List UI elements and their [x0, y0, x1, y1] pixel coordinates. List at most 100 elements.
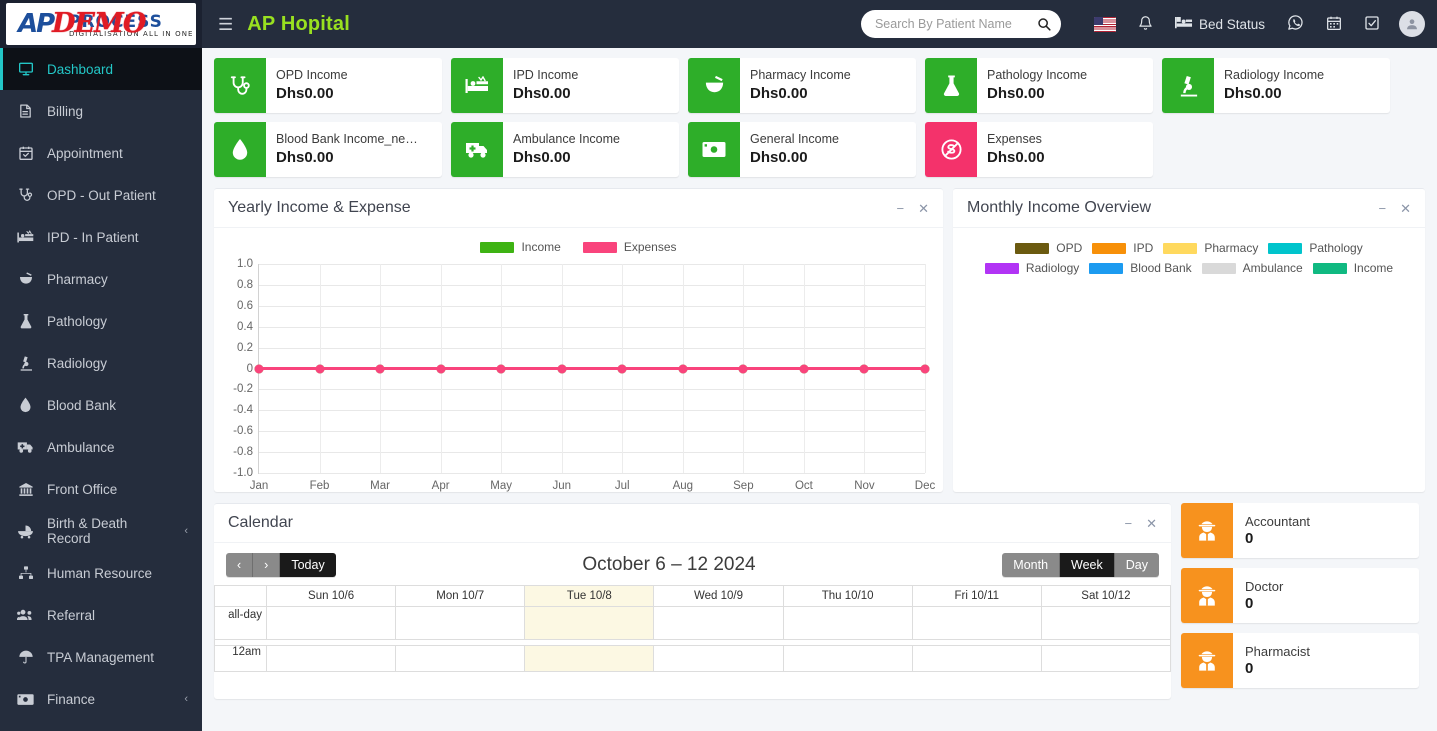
- calendar-allday-cell[interactable]: [395, 606, 526, 640]
- close-icon[interactable]: ✕: [918, 202, 929, 215]
- calendar-allday-cell[interactable]: [1040, 606, 1171, 640]
- data-point[interactable]: [859, 364, 869, 373]
- close-icon[interactable]: ✕: [1146, 517, 1157, 530]
- sidebar-item-radiology[interactable]: Radiology: [0, 342, 202, 384]
- stat-card-opd-income[interactable]: OPD Income Dhs0.00: [214, 58, 442, 113]
- data-point[interactable]: [496, 364, 506, 373]
- stat-card-ipd-income[interactable]: IPD Income Dhs0.00: [451, 58, 679, 113]
- calendar-day-header[interactable]: Fri 10/11: [911, 585, 1042, 607]
- legend-item-income[interactable]: Income: [1312, 261, 1393, 275]
- calendar-header-row: Sun 10/6 Mon 10/7 Tue 10/8 Wed 10/9 Thu …: [214, 585, 1171, 607]
- data-point[interactable]: [375, 364, 385, 373]
- calendar-allday-cell[interactable]: [782, 606, 913, 640]
- calendar-slot-cell-today[interactable]: [524, 645, 655, 672]
- data-point[interactable]: [678, 364, 688, 373]
- app-logo[interactable]: AP PROCESS DIGITALISATION ALL IN ONE DEM…: [0, 0, 202, 48]
- avatar[interactable]: [1399, 11, 1425, 37]
- calendar-slot-cell[interactable]: [911, 645, 1042, 672]
- legend-item-pharmacy[interactable]: Pharmacy: [1163, 241, 1258, 255]
- line-chart: 1.0 0.8 0.6 0.4 0.2 0 -0.2 -0.4 -0.6 -0.8 -1.0 Jan F…: [226, 258, 935, 492]
- sidebar-item-pharmacy[interactable]: Pharmacy: [0, 258, 202, 300]
- search-box[interactable]: [860, 10, 1061, 38]
- staff-card-doctor[interactable]: Doctor 0: [1181, 568, 1419, 623]
- stat-card-general-income[interactable]: General Income Dhs0.00: [688, 122, 916, 177]
- calendar-slot-cell[interactable]: [1040, 645, 1171, 672]
- sidebar-item-finance[interactable]: Finance ‹: [0, 678, 202, 720]
- sidebar-item-appointment[interactable]: Appointment: [0, 132, 202, 174]
- staff-card-pharmacist[interactable]: Pharmacist 0: [1181, 633, 1419, 688]
- legend-item-expenses[interactable]: Expenses: [582, 240, 677, 254]
- blood-drop-icon: [214, 122, 266, 177]
- data-point[interactable]: [738, 364, 748, 373]
- stat-card-expenses[interactable]: Expenses Dhs0.00: [925, 122, 1153, 177]
- data-point[interactable]: [254, 364, 264, 373]
- calendar-view-week[interactable]: Week: [1060, 553, 1115, 577]
- menu-toggle-icon[interactable]: ☰: [202, 16, 247, 33]
- tasks-button[interactable]: [1353, 15, 1391, 34]
- notifications-button[interactable]: [1127, 15, 1164, 34]
- calendar-slot-cell[interactable]: [395, 645, 526, 672]
- calendar-allday-cell-today[interactable]: [524, 606, 655, 640]
- calendar-day-header[interactable]: Sun 10/6: [265, 585, 397, 607]
- sidebar-item-blood-bank[interactable]: Blood Bank: [0, 384, 202, 426]
- data-point[interactable]: [315, 364, 325, 373]
- bed-status-button[interactable]: Bed Status: [1164, 16, 1276, 33]
- sidebar-item-ambulance[interactable]: Ambulance: [0, 426, 202, 468]
- sidebar-item-front-office[interactable]: Front Office: [0, 468, 202, 510]
- legend-item-ipd[interactable]: IPD: [1092, 241, 1153, 255]
- calendar-day-header[interactable]: Thu 10/10: [782, 585, 913, 607]
- calendar-today-button[interactable]: Today: [280, 553, 336, 577]
- sidebar-item-opd[interactable]: OPD - Out Patient: [0, 174, 202, 216]
- data-point[interactable]: [557, 364, 567, 373]
- data-point[interactable]: [920, 364, 930, 373]
- staff-card-accountant[interactable]: Accountant 0: [1181, 503, 1419, 558]
- sidebar-item-dashboard[interactable]: Dashboard: [0, 48, 202, 90]
- calendar-button[interactable]: [1315, 15, 1353, 34]
- sidebar-item-human-resource[interactable]: Human Resource: [0, 552, 202, 594]
- data-point[interactable]: [617, 364, 627, 373]
- minimize-icon[interactable]: −: [1125, 517, 1133, 530]
- chevron-left-icon[interactable]: ‹: [184, 693, 188, 705]
- stat-card-blood-bank-income[interactable]: Blood Bank Income_ne… Dhs0.00: [214, 122, 442, 177]
- calendar-slot-cell[interactable]: [782, 645, 913, 672]
- calendar-view-day[interactable]: Day: [1114, 553, 1159, 577]
- sidebar-item-referral[interactable]: Referral: [0, 594, 202, 636]
- calendar-prev-button[interactable]: ‹: [226, 553, 254, 577]
- calendar-allday-cell[interactable]: [653, 606, 784, 640]
- calendar-day-header[interactable]: Sat 10/12: [1040, 585, 1171, 607]
- calendar-allday-cell[interactable]: [265, 606, 397, 640]
- language-flag-button[interactable]: [1083, 16, 1127, 32]
- sidebar-item-tpa-management[interactable]: TPA Management: [0, 636, 202, 678]
- data-point[interactable]: [799, 364, 809, 373]
- search-icon[interactable]: [1037, 17, 1051, 31]
- data-point[interactable]: [436, 364, 446, 373]
- search-input[interactable]: [874, 17, 1037, 31]
- calendar-day-header-today[interactable]: Tue 10/8: [524, 585, 655, 607]
- sidebar-item-ipd[interactable]: IPD - In Patient: [0, 216, 202, 258]
- calendar-next-button[interactable]: ›: [253, 553, 281, 577]
- whatsapp-button[interactable]: [1276, 14, 1315, 34]
- calendar-slot-cell[interactable]: [265, 645, 397, 672]
- stat-card-pathology-income[interactable]: Pathology Income Dhs0.00: [925, 58, 1153, 113]
- calendar-day-header[interactable]: Wed 10/9: [653, 585, 784, 607]
- sidebar-item-billing[interactable]: Billing: [0, 90, 202, 132]
- sidebar-item-pathology[interactable]: Pathology: [0, 300, 202, 342]
- minimize-icon[interactable]: −: [897, 202, 905, 215]
- stat-card-ambulance-income[interactable]: Ambulance Income Dhs0.00: [451, 122, 679, 177]
- sidebar-item-birth-death-record[interactable]: Birth & Death Record ‹: [0, 510, 202, 552]
- stat-card-pharmacy-income[interactable]: Pharmacy Income Dhs0.00: [688, 58, 916, 113]
- calendar-view-month[interactable]: Month: [1002, 553, 1061, 577]
- stat-card-radiology-income[interactable]: Radiology Income Dhs0.00: [1162, 58, 1390, 113]
- legend-item-radiology[interactable]: Radiology: [984, 261, 1079, 275]
- legend-item-ambulance[interactable]: Ambulance: [1201, 261, 1303, 275]
- calendar-slot-cell[interactable]: [653, 645, 784, 672]
- legend-item-pathology[interactable]: Pathology: [1268, 241, 1363, 255]
- calendar-day-header[interactable]: Mon 10/7: [395, 585, 526, 607]
- legend-item-income[interactable]: Income: [480, 240, 561, 254]
- chevron-left-icon[interactable]: ‹: [184, 525, 188, 537]
- close-icon[interactable]: ✕: [1400, 202, 1411, 215]
- calendar-allday-cell[interactable]: [911, 606, 1042, 640]
- legend-item-opd[interactable]: OPD: [1015, 241, 1082, 255]
- minimize-icon[interactable]: −: [1379, 202, 1387, 215]
- legend-item-blood-bank[interactable]: Blood Bank: [1089, 261, 1192, 275]
